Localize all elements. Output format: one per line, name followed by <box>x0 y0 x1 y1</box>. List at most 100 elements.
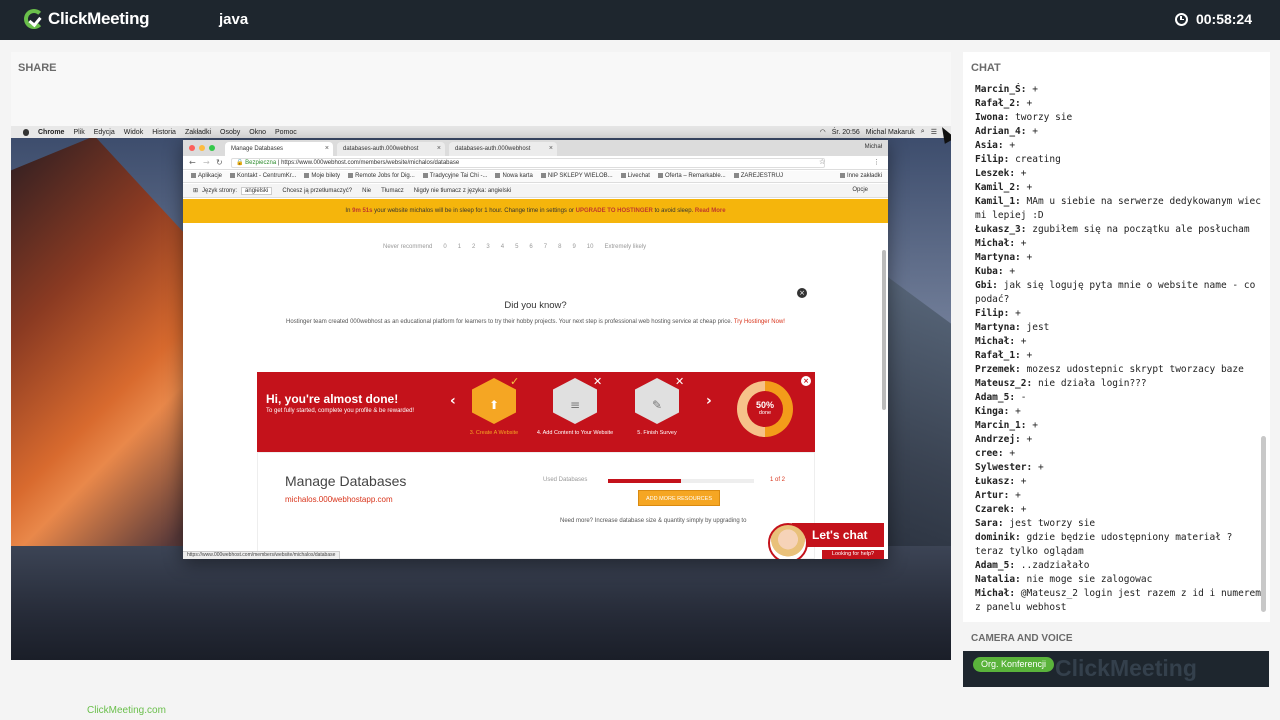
mac-menu-item[interactable]: Historia <box>152 129 176 136</box>
rating-option[interactable]: 3 <box>486 244 489 250</box>
rating-option[interactable]: 9 <box>572 244 575 250</box>
nps-rating-row: Never recommend 0 1 2 3 4 5 6 7 8 9 10 Extremely lik… <box>383 244 646 250</box>
chevron-right-icon[interactable]: › <box>706 393 712 409</box>
mac-clock: Śr. 20:56 <box>831 128 860 136</box>
chrome-menu-icon[interactable]: ⋮ <box>873 158 880 166</box>
bookmark-item[interactable]: NIP SKLEPY WIELOB... <box>540 173 613 180</box>
chat-text: + <box>1020 238 1027 249</box>
chat-text: + <box>1015 406 1021 417</box>
maximize-window-icon[interactable] <box>209 145 215 151</box>
chat-author: Sylwester: <box>975 462 1033 473</box>
translate-no-button[interactable]: Nie <box>362 188 371 194</box>
browser-tab[interactable]: databases-auth.000webhost × <box>449 142 557 156</box>
chat-author: cree: <box>975 448 1004 459</box>
browser-tab-strip: Manage Databases × databases-auth.000webh… <box>183 140 888 156</box>
chat-author: Asia: <box>975 140 1004 151</box>
close-icon[interactable]: × <box>549 145 553 152</box>
rating-option[interactable]: 6 <box>529 244 532 250</box>
mac-menu-item[interactable]: Pomoc <box>275 129 297 136</box>
bookmark-item[interactable]: Remote Jobs for Dig... <box>348 173 415 180</box>
chat-panel: CHAT Marcin_Ś: + Rafał_2: + Iwona: tworzy … <box>963 52 1270 622</box>
chat-message: Rafał_1: + <box>975 349 1263 363</box>
mac-menu-item[interactable]: Okno <box>249 129 266 136</box>
minimize-window-icon[interactable] <box>199 145 205 151</box>
browser-tab[interactable]: databases-auth.000webhost × <box>337 142 445 156</box>
bookmark-item[interactable]: Kontakt - CentrumKr... <box>230 173 296 180</box>
bookmark-item[interactable]: Aplikacje <box>191 173 222 180</box>
rating-option[interactable]: 4 <box>501 244 504 250</box>
bookmark-item[interactable]: Tradycyjne Tai Chi -... <box>422 173 487 180</box>
language-select[interactable]: angielski <box>241 186 273 195</box>
bookmark-icon <box>657 173 663 179</box>
address-bar[interactable]: 🔒 Bezpieczna | https://www.000webhost.co… <box>231 158 825 168</box>
mac-menu-item[interactable]: Osoby <box>220 129 240 136</box>
clickmeeting-logo[interactable]: ClickMeeting <box>24 9 150 29</box>
bookmark-item[interactable]: ZAREJESTRUJ <box>733 173 783 180</box>
mac-menu-item[interactable]: Chrome <box>38 129 64 136</box>
did-you-know-text: Hostinger team created 000webhost as an … <box>286 319 785 325</box>
chat-message: Adam_5: - <box>975 391 1263 405</box>
bookmark-item[interactable]: Livechat <box>620 173 650 180</box>
mac-menu-item[interactable]: Zakładki <box>185 129 211 136</box>
rating-option[interactable]: 2 <box>472 244 475 250</box>
step-hexagon[interactable]: ✎ <box>635 378 679 424</box>
close-icon[interactable]: × <box>437 145 441 152</box>
rating-option[interactable]: 5 <box>515 244 518 250</box>
star-icon[interactable]: ☆ <box>819 158 825 166</box>
forward-icon[interactable]: → <box>203 158 210 167</box>
mac-menu-item[interactable]: Plik <box>73 129 84 136</box>
close-window-icon[interactable] <box>189 145 195 151</box>
browser-profile[interactable]: Michał <box>865 144 882 150</box>
chat-text: + <box>1009 266 1016 277</box>
reload-icon[interactable]: ↻ <box>216 158 223 167</box>
chevron-left-icon[interactable]: ‹ <box>450 393 456 409</box>
brand-name: ClickMeeting <box>48 9 150 28</box>
bookmark-icon <box>733 173 739 179</box>
rating-left-label: Never recommend <box>383 244 433 250</box>
page-scrollbar[interactable] <box>882 250 886 410</box>
chat-text: + <box>1015 490 1021 501</box>
chat-message-list[interactable]: Marcin_Ś: + Rafał_2: + Iwona: tworzy sie Ad… <box>975 83 1263 618</box>
upgrade-link[interactable]: UPGRADE TO HOSTINGER <box>576 208 653 214</box>
bookmark-item[interactable]: Oferta – Remarkable... <box>657 173 726 180</box>
never-translate-button[interactable]: Nigdy nie tłumacz z języka: angielski <box>414 188 511 194</box>
chat-scrollbar[interactable] <box>1261 436 1266 612</box>
used-databases-fill <box>608 479 681 483</box>
close-icon[interactable]: × <box>801 376 811 386</box>
chat-author: Rafał_1: <box>975 350 1021 361</box>
rating-option[interactable]: 7 <box>544 244 547 250</box>
chat-text: + <box>1009 140 1016 151</box>
website-url-link[interactable]: michalos.000webhostapp.com <box>285 495 393 504</box>
bookmark-icon <box>540 173 546 179</box>
close-icon[interactable]: × <box>797 288 807 298</box>
onboarding-banner: Hi, you're almost done! To get fully sta… <box>257 372 815 452</box>
mac-menu-item[interactable]: Widok <box>124 129 143 136</box>
translate-button[interactable]: Tłumacz <box>381 188 404 194</box>
chat-message: Kinga: + <box>975 405 1263 419</box>
chat-message: Łukasz_3: zgubiłem się na początku ale p… <box>975 223 1263 237</box>
bookmark-item[interactable]: Inne zakładki <box>839 173 882 180</box>
rating-option[interactable]: 1 <box>458 244 461 250</box>
chat-text: + <box>1020 168 1027 179</box>
step-hexagon[interactable]: ≡ <box>553 378 597 424</box>
browser-tab[interactable]: Manage Databases × <box>225 142 333 156</box>
translate-options-button[interactable]: Opcje <box>852 187 868 193</box>
close-icon[interactable]: × <box>325 145 329 152</box>
bookmark-item[interactable]: Moje bilety <box>304 173 340 180</box>
rating-option[interactable]: 0 <box>443 244 446 250</box>
chat-author: Michał: <box>975 588 1016 599</box>
rating-option[interactable]: 10 <box>587 244 594 250</box>
add-more-resources-button[interactable]: ADD MORE RESOURCES <box>638 490 720 506</box>
read-more-link[interactable]: Read More <box>695 208 726 214</box>
mac-menu-item[interactable]: Edycja <box>94 129 115 136</box>
chat-text: + <box>1032 84 1038 95</box>
back-icon[interactable]: ← <box>189 158 196 167</box>
bookmark-item[interactable]: Nowa karta <box>495 173 533 180</box>
chat-author: Michał: <box>975 336 1016 347</box>
clickmeeting-footer-link[interactable]: ClickMeeting.com <box>87 705 166 716</box>
bookmark-icon <box>422 173 428 179</box>
chat-message: Martyna: jest <box>975 321 1263 335</box>
try-hostinger-link[interactable]: Try Hostinger Now! <box>734 319 785 325</box>
rating-option[interactable]: 8 <box>558 244 561 250</box>
lets-chat-widget[interactable]: Let's chat Looking for help? <box>768 523 888 559</box>
